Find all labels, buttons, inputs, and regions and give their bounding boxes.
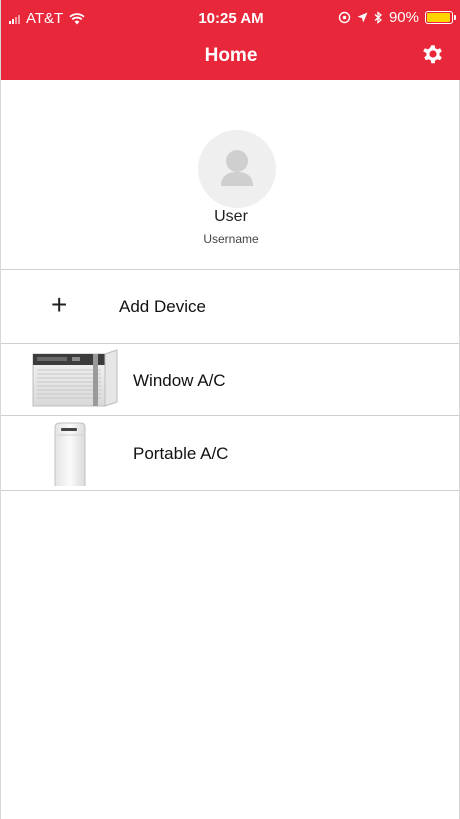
battery-percent: 90% bbox=[388, 9, 419, 26]
divider bbox=[1, 415, 460, 416]
bluetooth-icon bbox=[374, 11, 382, 24]
user-username: Username bbox=[203, 232, 259, 246]
plus-icon: + bbox=[51, 289, 68, 320]
orientation-lock-icon bbox=[338, 11, 351, 24]
device-row-window-ac[interactable]: Window A/C bbox=[1, 344, 460, 417]
user-name: User bbox=[214, 208, 248, 225]
window-ac-image bbox=[32, 349, 118, 407]
avatar[interactable] bbox=[198, 130, 276, 208]
gear-icon bbox=[423, 45, 442, 64]
add-device-button[interactable]: + Add Device bbox=[1, 271, 460, 343]
add-device-label: Add Device bbox=[119, 297, 206, 316]
device-row-portable-ac[interactable]: Portable A/C bbox=[1, 417, 460, 490]
location-arrow-icon bbox=[357, 12, 368, 23]
settings-button[interactable] bbox=[419, 40, 447, 68]
screen: AT&T 10:25 AM 90% Home User Username + A… bbox=[0, 0, 460, 819]
battery-icon bbox=[425, 11, 456, 24]
divider bbox=[1, 269, 460, 270]
status-bar: AT&T 10:25 AM 90% bbox=[1, 0, 460, 36]
app-header: AT&T 10:25 AM 90% Home bbox=[1, 0, 460, 80]
person-icon bbox=[221, 150, 253, 186]
divider bbox=[1, 490, 460, 491]
device-label: Portable A/C bbox=[133, 444, 229, 463]
page-title: Home bbox=[204, 45, 258, 66]
profile-section: User Username bbox=[1, 80, 460, 270]
portable-ac-image bbox=[54, 422, 86, 486]
device-label: Window A/C bbox=[133, 371, 226, 390]
